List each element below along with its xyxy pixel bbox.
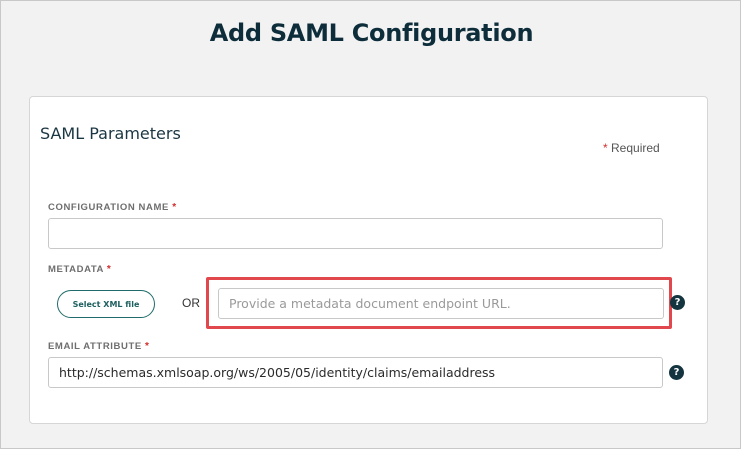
required-note-text: Required <box>611 141 660 155</box>
metadata-url-input[interactable] <box>218 288 664 319</box>
required-star: * <box>603 141 608 155</box>
configuration-name-label: CONFIGURATION NAME * <box>48 202 177 213</box>
required-star: * <box>172 202 177 213</box>
email-attribute-label-text: EMAIL ATTRIBUTE <box>48 341 142 352</box>
email-attribute-label: EMAIL ATTRIBUTE * <box>48 341 150 352</box>
metadata-label: METADATA * <box>48 264 111 275</box>
help-icon[interactable]: ? <box>669 365 684 380</box>
or-separator: OR <box>182 296 200 310</box>
required-star: * <box>145 341 150 352</box>
configuration-name-input[interactable] <box>48 218 663 249</box>
required-star: * <box>106 264 112 275</box>
saml-parameters-card: SAML Parameters * Required CONFIGURATION… <box>29 96 708 424</box>
email-attribute-input[interactable] <box>48 357 663 388</box>
required-note: * Required <box>603 141 660 155</box>
help-icon[interactable]: ? <box>670 295 685 310</box>
page-title: Add SAML Configuration <box>209 19 534 47</box>
card-title: SAML Parameters <box>40 124 181 143</box>
metadata-label-text: METADATA <box>48 264 104 275</box>
configuration-name-label-text: CONFIGURATION NAME <box>48 202 169 213</box>
select-xml-file-button[interactable]: Select XML file <box>57 290 155 318</box>
